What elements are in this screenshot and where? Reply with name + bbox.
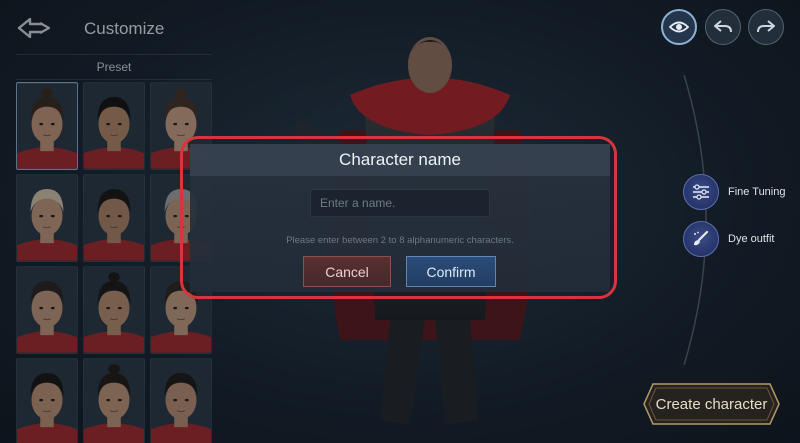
create-character-label: Create character (655, 395, 768, 413)
fine-tuning-option[interactable]: Fine Tuning (683, 174, 785, 210)
undo-button[interactable] (705, 9, 741, 45)
sliders-icon (683, 174, 719, 210)
dye-outfit-option[interactable]: Dye outfit (683, 221, 774, 257)
brush-icon (683, 221, 719, 257)
eye-icon (669, 21, 689, 33)
dialog-highlight-outline (180, 136, 617, 299)
create-character-button[interactable]: Create character (641, 380, 782, 428)
decorative-arc (683, 74, 707, 366)
dye-outfit-label: Dye outfit (728, 233, 775, 245)
redo-button[interactable] (748, 9, 784, 45)
undo-arrow-icon (714, 20, 732, 33)
redo-arrow-icon (757, 20, 775, 33)
fine-tuning-label: Fine Tuning (728, 186, 786, 198)
view-toggle-button[interactable] (661, 9, 697, 45)
